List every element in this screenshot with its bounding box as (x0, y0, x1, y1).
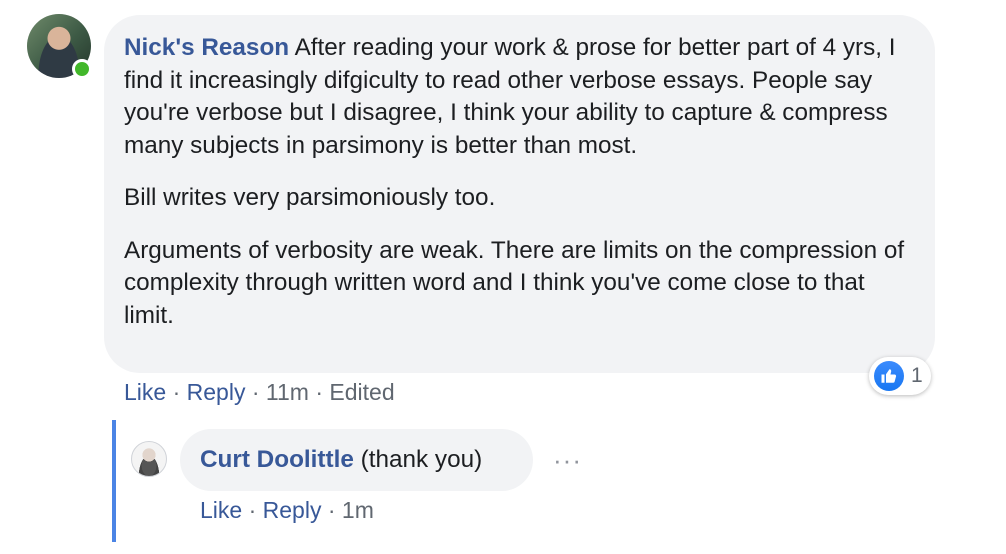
reply-content: Curt Doolittle (thank you) (200, 446, 482, 474)
comment-paragraph: Bill writes very parsimoniously too. (124, 184, 496, 211)
avatar[interactable] (131, 441, 167, 477)
separator: · (251, 379, 260, 405)
reply-bubble: Curt Doolittle (thank you) (180, 429, 533, 491)
reply-text: (thank you) (360, 446, 483, 473)
comment-paragraph: Arguments of verbosity are weak. There a… (124, 236, 905, 329)
separator: · (315, 379, 324, 405)
reaction-summary[interactable]: 1 (869, 357, 931, 395)
comment-bubble: Nick's Reason After reading your work & … (104, 15, 935, 373)
like-link[interactable]: Like (124, 379, 166, 405)
reply-author-link[interactable]: Curt Doolittle (200, 446, 354, 473)
thumbs-up-icon (874, 361, 904, 391)
reply-actions: Like · Reply · 1m (200, 496, 374, 524)
separator: · (172, 379, 181, 405)
more-options-icon[interactable]: ··· (553, 447, 582, 473)
timestamp[interactable]: 11m (266, 379, 309, 405)
like-link[interactable]: Like (200, 497, 242, 523)
comment-actions: Like · Reply · 11m · Edited (124, 378, 395, 406)
reaction-count: 1 (911, 364, 923, 387)
comment-paragraph: Nick's Reason After reading your work & … (124, 32, 915, 162)
online-status-icon (72, 59, 92, 79)
timestamp[interactable]: 1m (342, 497, 374, 523)
comment-author-link[interactable]: Nick's Reason (124, 34, 289, 61)
edited-label[interactable]: Edited (329, 379, 394, 405)
reply-link[interactable]: Reply (263, 497, 322, 523)
separator: · (248, 497, 257, 523)
thread-line (112, 420, 116, 542)
separator: · (327, 497, 336, 523)
reply-link[interactable]: Reply (187, 379, 246, 405)
